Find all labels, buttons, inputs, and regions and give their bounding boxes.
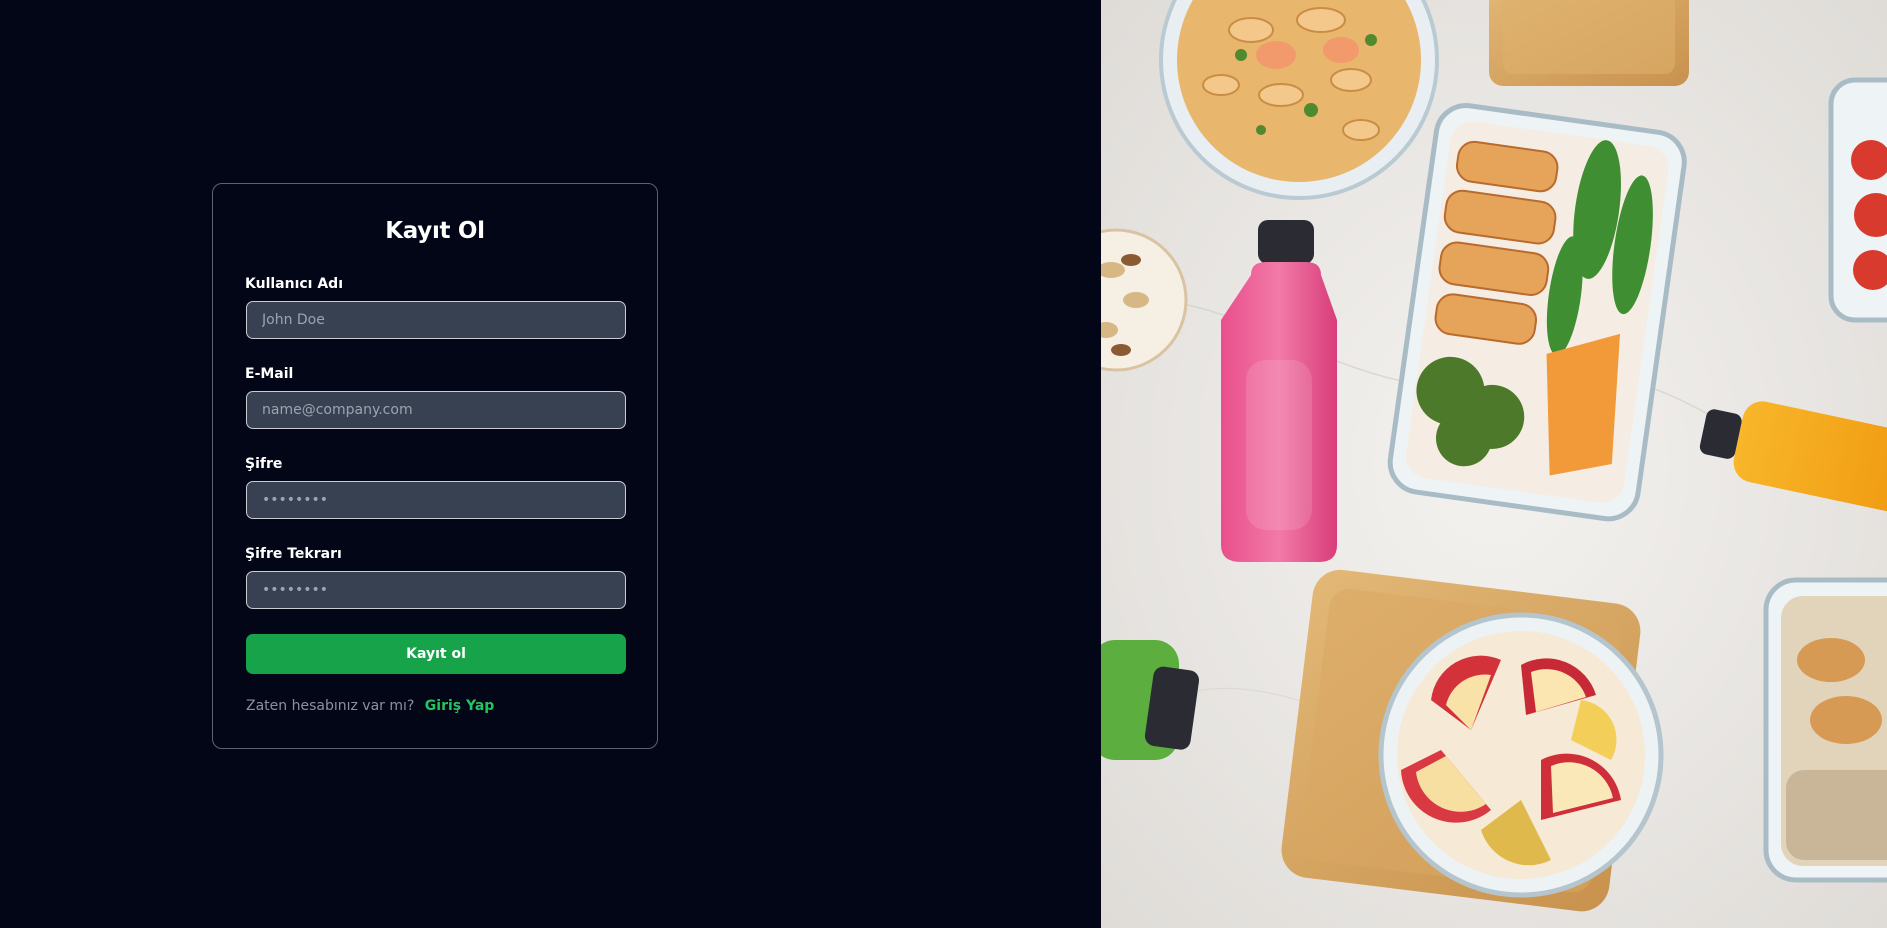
email-label: E-Mail xyxy=(245,366,294,382)
password-label: Şifre xyxy=(245,456,283,472)
login-row: Zaten hesabınız var mı? Giriş Yap xyxy=(246,698,494,714)
password-repeat-label: Şifre Tekrarı xyxy=(245,546,342,562)
login-question: Zaten hesabınız var mı? xyxy=(246,698,415,714)
register-button[interactable]: Kayıt ol xyxy=(246,634,626,674)
password-input[interactable] xyxy=(246,481,626,519)
meal-prep-container xyxy=(1387,103,1687,522)
food-photo xyxy=(1101,0,1887,928)
form-title: Kayıt Ol xyxy=(385,218,485,244)
pink-bottle-cap xyxy=(1258,220,1314,264)
food-photo-illustration xyxy=(1101,0,1887,928)
password-repeat-input[interactable] xyxy=(246,571,626,609)
username-label: Kullanıcı Adı xyxy=(245,276,344,292)
email-input[interactable] xyxy=(246,391,626,429)
register-card: Kayıt Ol Kullanıcı Adı E-Mail Şifre Şifr… xyxy=(212,183,658,749)
login-link[interactable]: Giriş Yap xyxy=(425,698,495,714)
left-pane: Kayıt Ol Kullanıcı Adı E-Mail Şifre Şifr… xyxy=(0,0,1101,928)
username-input[interactable] xyxy=(246,301,626,339)
